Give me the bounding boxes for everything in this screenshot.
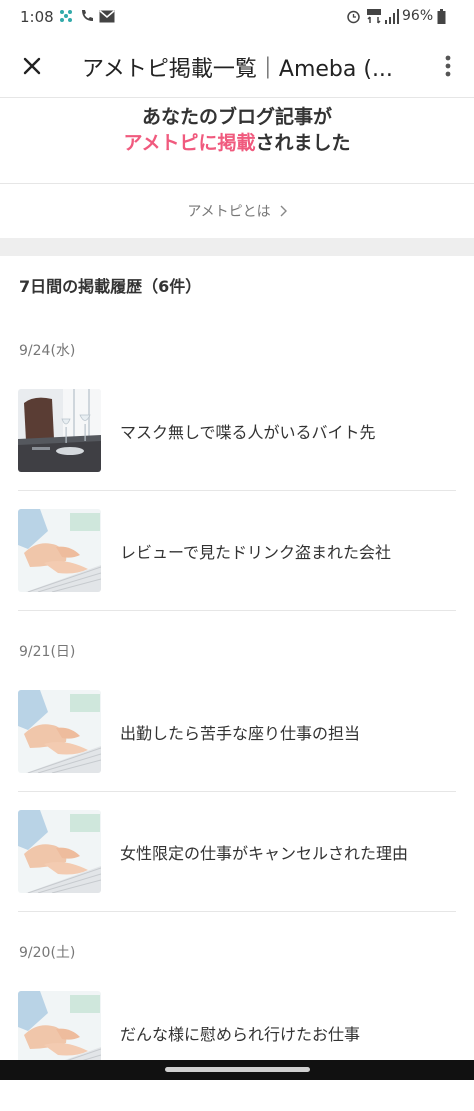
signal-icon <box>384 8 400 24</box>
article-title: マスク無しで喋る人がいるバイト先 <box>120 423 376 442</box>
battery-icon <box>437 8 446 24</box>
article-list-item[interactable]: レビューで見たドリンク盗まれた会社 <box>0 509 474 629</box>
section-separator <box>0 238 474 256</box>
article-title: レビューで見たドリンク盗まれた会社 <box>120 543 392 562</box>
status-bar: 1:08 96% <box>0 0 474 34</box>
article-list-item[interactable]: 出勤したら苦手な座り仕事の担当 <box>0 690 474 810</box>
page-title: アメトピ掲載一覧｜Ameba (... <box>82 57 393 82</box>
article-title: 女性限定の仕事がキャンセルされた理由 <box>120 844 409 863</box>
home-gesture-handle[interactable] <box>165 1067 310 1072</box>
history-section-title: 7日間の掲載履歴（6件） <box>19 277 202 296</box>
list-divider <box>18 490 456 491</box>
battery-level: 96% <box>402 8 434 24</box>
chevron-right-icon <box>279 205 287 217</box>
published-message-line1: あなたのブログ記事が <box>141 106 332 128</box>
article-list-item[interactable]: マスク無しで喋る人がいるバイト先 <box>0 389 474 509</box>
about-ametopi-label: アメトピとは <box>187 204 271 220</box>
list-divider <box>18 911 456 912</box>
published-message-line2: アメトピに掲載されました <box>0 128 474 155</box>
article-list-item[interactable]: 女性限定の仕事がキャンセルされた理由 <box>0 810 474 930</box>
published-message-suffix: されました <box>255 132 351 154</box>
article-title: 出勤したら苦手な座り仕事の担当 <box>120 724 361 743</box>
pinwheel-icon <box>58 9 74 23</box>
typing-keyboard-thumbnail <box>18 690 101 773</box>
alarm-icon <box>346 9 361 23</box>
list-divider <box>18 791 456 792</box>
more-options-button[interactable] <box>430 48 466 88</box>
close-icon <box>22 56 42 80</box>
status-time: 1:08 <box>20 8 54 26</box>
typing-keyboard-thumbnail <box>18 810 101 893</box>
about-ametopi-link[interactable]: アメトピとは <box>0 185 474 237</box>
date-label: 9/20(土) <box>19 945 76 961</box>
gmail-icon <box>99 9 115 23</box>
article-list-item[interactable]: だんな様に慰められ行けたお仕事 <box>0 991 474 1111</box>
typing-keyboard-thumbnail <box>18 509 101 592</box>
ametopi-highlight: アメトピに掲載 <box>123 132 256 154</box>
app-bar: アメトピ掲載一覧｜Ameba (... <box>0 34 474 98</box>
restaurant-table-thumbnail <box>18 389 101 472</box>
system-navigation-bar <box>0 1060 474 1080</box>
date-label: 9/24(水) <box>19 343 76 359</box>
article-title: だんな様に慰められ行けたお仕事 <box>120 1025 361 1044</box>
wifi-calling-icon <box>79 9 95 23</box>
volte-icon <box>367 8 381 24</box>
published-message: あなたのブログ記事が アメトピに掲載されました <box>0 98 474 184</box>
date-label: 9/21(日) <box>19 644 76 660</box>
list-divider <box>18 610 456 611</box>
more-vertical-icon <box>445 55 451 81</box>
close-button[interactable] <box>12 48 52 88</box>
